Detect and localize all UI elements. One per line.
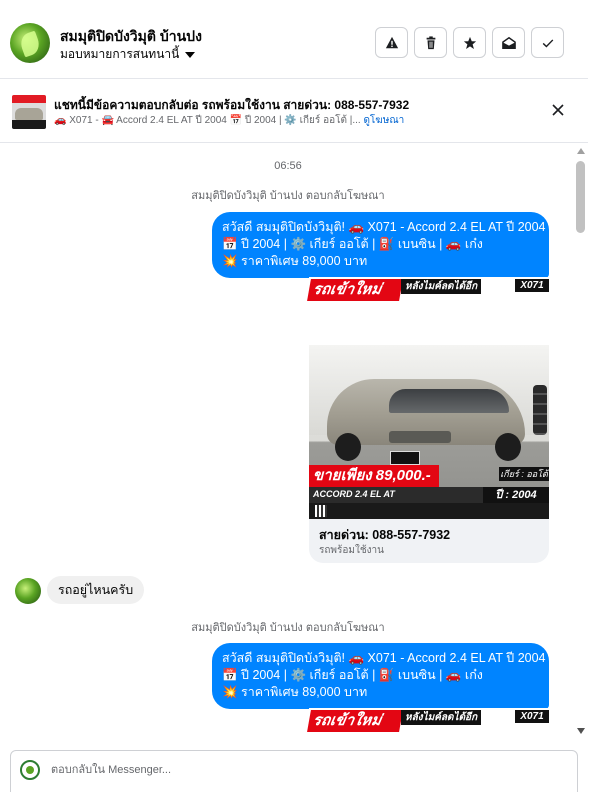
caret-down-icon: [185, 51, 196, 58]
reply-composer: [10, 750, 578, 792]
car-photo[interactable]: ขายเพียง 89,000.- เกียร์ : ออโต้ ACCORD …: [309, 345, 549, 519]
envelope-open-icon: [501, 36, 516, 49]
mark-done-button[interactable]: [531, 27, 564, 58]
assign-label: มอบหมายการสนทนานี้: [60, 47, 180, 61]
banner-discount-text: หลังไมค์ลดได้อีก: [401, 279, 481, 294]
gear-label: เกียร์ : ออโต้: [499, 467, 549, 481]
view-ad-link[interactable]: ดูโฆษณา: [363, 115, 404, 126]
check-icon: [542, 38, 553, 47]
contact-avatar[interactable]: [10, 23, 50, 63]
page-avatar: [20, 760, 40, 780]
banner-code: X071: [515, 279, 549, 292]
mark-unread-button[interactable]: [492, 27, 525, 58]
report-spam-button[interactable]: [375, 27, 408, 58]
ad-thumbnail[interactable]: [12, 95, 46, 129]
message-thread: 06:56 สมมุติปิดบังวิมุติ บ้านปง ตอบกลับโ…: [0, 143, 576, 736]
promo-banner: รถเข้าใหม่ หลังไมค์ลดได้อีก X071: [307, 708, 549, 732]
chat-scrollbar[interactable]: [576, 143, 586, 736]
card-subtitle: รถพร้อมใช้งาน: [319, 545, 384, 556]
conversation-header: สมมุติปิดบังวิมุติ บ้านปง มอบหมายการสนทน…: [0, 0, 588, 79]
year-label: ปี : 2004: [483, 487, 549, 503]
outgoing-message[interactable]: สวัสดี สมมุติปิดบังวิมุติ! 🚗 X071 - Acco…: [212, 643, 549, 709]
message-line: สวัสดี สมมุติปิดบังวิมุติ! 🚗 X071 - Acco…: [222, 220, 546, 234]
banner-code: X071: [515, 710, 549, 723]
scrollbar-thumb[interactable]: [576, 161, 585, 233]
assign-conversation-dropdown[interactable]: มอบหมายการสนทนานี้: [60, 45, 196, 64]
message-line: 📅 ปี 2004 | ⚙️ เกียร์ ออโต้ | ⛽ เบนซิน |…: [222, 237, 483, 251]
price-label: ขายเพียง 89,000.-: [309, 465, 439, 487]
reply-input[interactable]: [51, 759, 451, 781]
message-line: 💥 ราคาพิเศษ 89,000 บาท: [222, 254, 368, 268]
timestamp: 06:56: [274, 160, 302, 172]
message-line: 💥 ราคาพิเศษ 89,000 บาท: [222, 685, 368, 699]
close-icon[interactable]: [550, 102, 566, 118]
sender-avatar[interactable]: [15, 578, 41, 604]
ad-description: 🚗 X071 - 🚘 Accord 2.4 EL AT ปี 2004 📅 ปี…: [54, 113, 404, 128]
ad-desc-text: 🚗 X071 - 🚘 Accord 2.4 EL AT ปี 2004 📅 ปี…: [54, 115, 361, 126]
outgoing-message[interactable]: สวัสดี สมมุติปิดบังวิมุติ! 🚗 X071 - Acco…: [212, 212, 549, 278]
scroll-up-arrow-icon[interactable]: [577, 148, 585, 154]
card-caption: สายด่วน: 088-557-7932: [319, 528, 451, 542]
scroll-down-arrow-icon[interactable]: [577, 728, 585, 734]
incoming-message[interactable]: รถอยู่ไหนครับ: [47, 576, 145, 604]
ad-context-bar: แชทนี้มีข้อความตอบกลับต่อ รถพร้อมใช้งาน …: [0, 80, 588, 143]
car-photo-card[interactable]: ขายเพียง 89,000.- เกียร์ : ออโต้ ACCORD …: [309, 345, 549, 563]
message-line: 📅 ปี 2004 | ⚙️ เกียร์ ออโต้ | ⛽ เบนซิน |…: [222, 668, 483, 682]
qr-code-icon: [315, 505, 327, 517]
star-icon: [463, 36, 476, 49]
delete-button[interactable]: [414, 27, 447, 58]
warning-icon: [385, 36, 398, 48]
banner-new-car-text: รถเข้าใหม่: [307, 279, 403, 301]
banner-new-car-text: รถเข้าใหม่: [307, 710, 403, 732]
header-actions: [375, 27, 564, 58]
ad-reply-note: สมมุติปิดบังวิมุติ บ้านปง ตอบกลับโฆษณา: [191, 190, 385, 202]
star-button[interactable]: [453, 27, 486, 58]
banner-discount-text: หลังไมค์ลดได้อีก: [401, 710, 481, 725]
trash-icon: [426, 35, 435, 49]
promo-banner: รถเข้าใหม่ หลังไมค์ลดได้อีก X071: [307, 277, 549, 301]
ad-reply-note: สมมุติปิดบังวิมุติ บ้านปง ตอบกลับโฆษณา: [191, 622, 385, 634]
model-label: ACCORD 2.4 EL AT: [313, 489, 395, 499]
message-line: สวัสดี สมมุติปิดบังวิมุติ! 🚗 X071 - Acco…: [222, 651, 546, 665]
